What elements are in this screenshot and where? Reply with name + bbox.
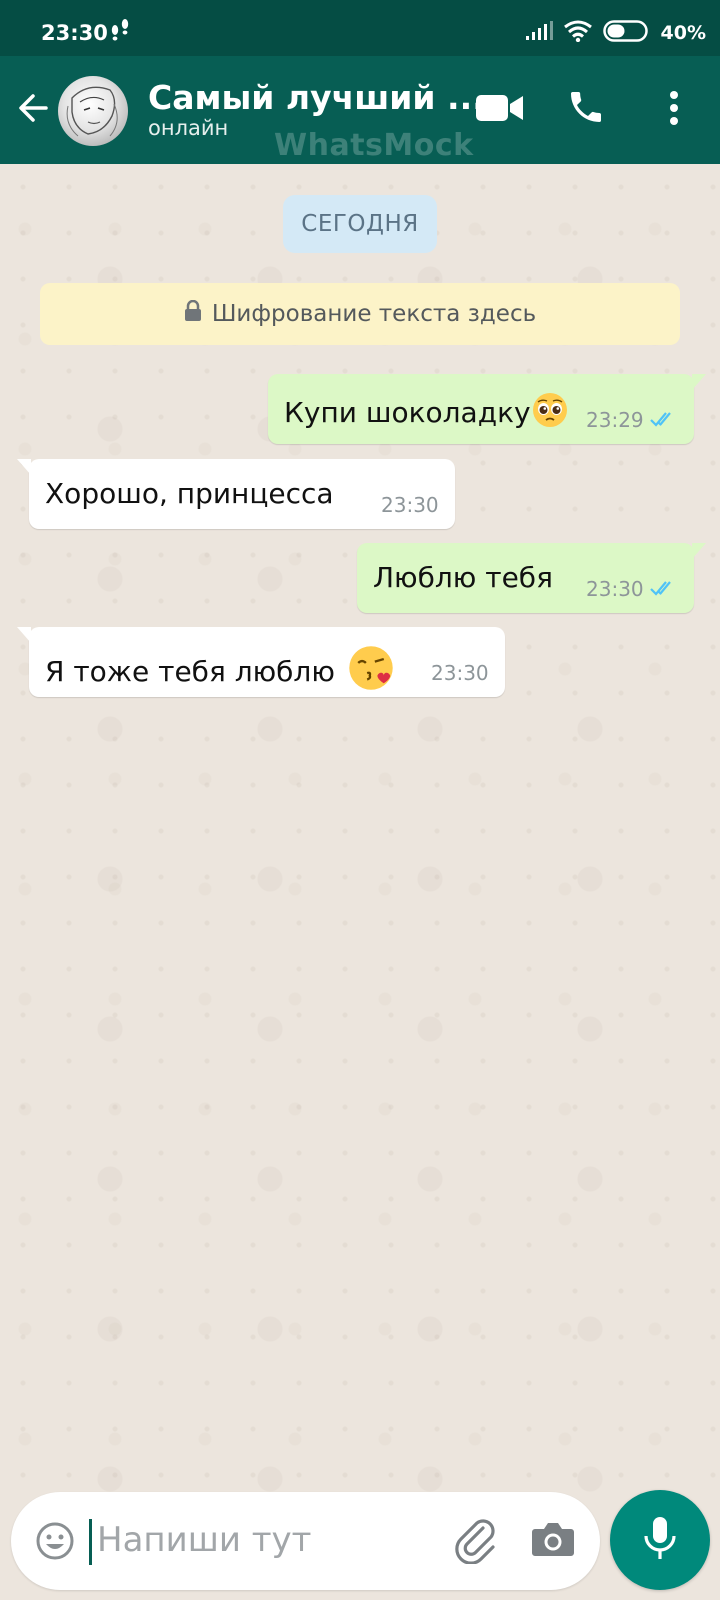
paperclip-icon[interactable]	[453, 1516, 501, 1568]
battery-percent: 40%	[660, 22, 706, 44]
arrow-left-icon[interactable]	[16, 90, 52, 130]
phone-icon[interactable]	[566, 87, 606, 131]
chat-background[interactable]	[0, 164, 720, 1492]
message-outgoing[interactable]: Купи шоколадку 23:29	[268, 374, 706, 444]
more-vertical-icon[interactable]	[668, 90, 680, 130]
message-time: 23:30	[381, 493, 439, 517]
message-time: 23:29	[586, 408, 644, 432]
signal-icon	[525, 21, 553, 45]
message-text: Я тоже тебя люблю	[45, 645, 394, 698]
message-text: Люблю тебя	[373, 561, 553, 594]
contact-status: онлайн	[148, 116, 229, 140]
message-time: 23:30	[431, 661, 489, 685]
footsteps-icon	[108, 18, 132, 48]
battery-icon	[602, 20, 651, 46]
message-composer[interactable]: Напиши тут	[11, 1492, 600, 1590]
bubble-tail	[692, 543, 706, 559]
contact-name[interactable]: Самый лучший ...	[148, 78, 485, 117]
message-outgoing[interactable]: Люблю тебя 23:30	[357, 543, 706, 613]
message-time: 23:30	[586, 577, 644, 601]
encryption-notice[interactable]: Шифрование текста здесь	[40, 283, 680, 345]
kissing-face-icon	[348, 645, 394, 698]
microphone-button[interactable]	[610, 1490, 710, 1590]
status-indicators: 40%	[525, 20, 706, 46]
camera-icon[interactable]	[531, 1519, 575, 1563]
status-bar: 23:30 40%	[0, 0, 720, 56]
date-chip: СЕГОДНЯ	[283, 195, 437, 253]
message-text: Хорошо, принцесса	[45, 477, 334, 510]
wifi-icon	[563, 20, 593, 46]
message-text: Купи шоколадку	[284, 392, 568, 435]
avatar[interactable]	[58, 76, 128, 146]
lock-icon	[184, 299, 202, 328]
chat-header: Самый лучший ... онлайн WhatsMock	[0, 56, 720, 164]
app-watermark: WhatsMock	[274, 128, 474, 163]
emoji-icon[interactable]	[35, 1521, 75, 1565]
bubble-tail	[17, 627, 31, 643]
bubble-tail	[17, 459, 31, 475]
double-check-icon	[650, 410, 680, 432]
text-caret	[89, 1519, 92, 1565]
bubble-tail	[692, 374, 706, 390]
message-input[interactable]: Напиши тут	[97, 1520, 311, 1560]
message-incoming[interactable]: Хорошо, принцесса 23:30	[17, 459, 455, 529]
microphone-icon	[643, 1515, 677, 1565]
video-camera-icon[interactable]	[476, 93, 524, 127]
encryption-text: Шифрование текста здесь	[211, 301, 537, 327]
pleading-face-icon	[532, 392, 568, 435]
message-incoming[interactable]: Я тоже тебя люблю 23:30	[17, 627, 505, 698]
status-time: 23:30	[41, 21, 108, 45]
double-check-icon	[650, 579, 680, 601]
